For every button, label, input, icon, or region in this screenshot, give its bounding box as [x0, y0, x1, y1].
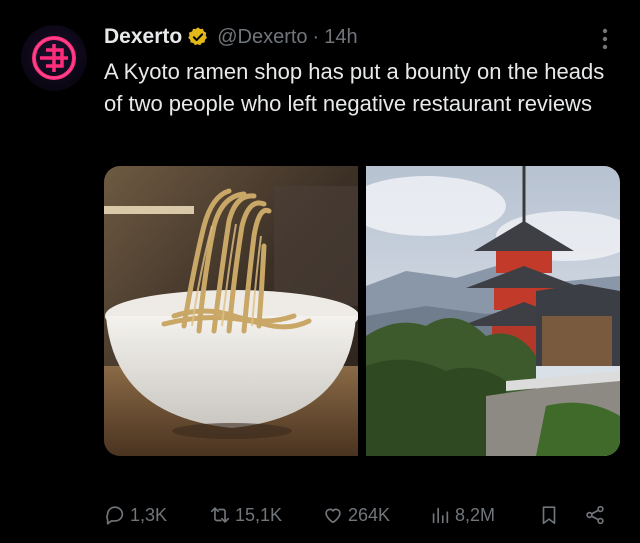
reply-icon — [106, 506, 124, 525]
post-media[interactable] — [104, 166, 620, 456]
dexerto-logo-icon — [32, 36, 76, 80]
kyoto-pagoda-image[interactable] — [366, 166, 620, 456]
repost-count: 15,1K — [235, 504, 283, 525]
share-button[interactable] — [584, 504, 610, 526]
post-text: A Kyoto ramen shop has put a bounty on t… — [104, 59, 605, 116]
separator-dot: · — [312, 25, 320, 48]
repost-icon — [210, 507, 230, 523]
like-icon — [325, 508, 341, 524]
like-count: 264K — [348, 504, 391, 525]
like-button[interactable]: 264K — [322, 504, 390, 526]
views-icon — [432, 507, 449, 524]
reply-count: 1,3K — [130, 504, 168, 525]
post-header: Dexerto @Dexerto · 14h — [104, 22, 358, 52]
bookmark-icon — [542, 506, 556, 525]
share-icon — [586, 505, 604, 525]
views-count: 8,2M — [455, 504, 496, 525]
repost-button[interactable]: 15,1K — [209, 504, 282, 526]
reply-button[interactable]: 1,3K — [104, 504, 167, 526]
verified-badge-icon[interactable] — [187, 26, 209, 48]
avatar[interactable] — [21, 25, 87, 91]
views-button[interactable]: 8,2M — [429, 504, 495, 526]
author-handle[interactable]: @Dexerto — [217, 26, 307, 49]
more-vertical-icon[interactable] — [595, 26, 615, 52]
action-bar: 1,3K 15,1K 264K 8,2M — [104, 498, 620, 532]
post-time[interactable]: 14h — [324, 26, 357, 49]
ramen-bowl-image[interactable] — [104, 166, 358, 456]
bookmark-button[interactable] — [538, 504, 564, 526]
author-name[interactable]: Dexerto — [104, 25, 182, 49]
